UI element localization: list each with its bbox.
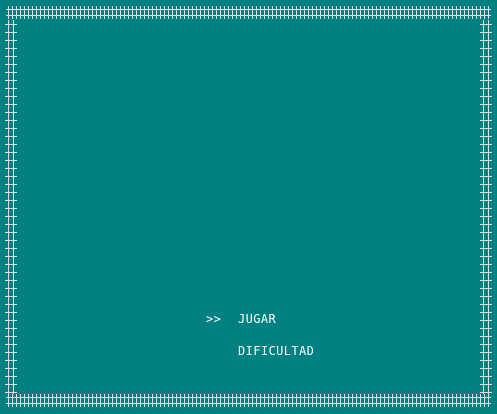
menu-option-dificultad[interactable]: DIFICULTAD [238, 344, 314, 358]
menu-option-jugar[interactable]: JUGAR [238, 312, 276, 326]
selection-cursor: >> [206, 312, 222, 326]
game-screen: >> JUGAR DIFICULTAD [0, 0, 497, 414]
